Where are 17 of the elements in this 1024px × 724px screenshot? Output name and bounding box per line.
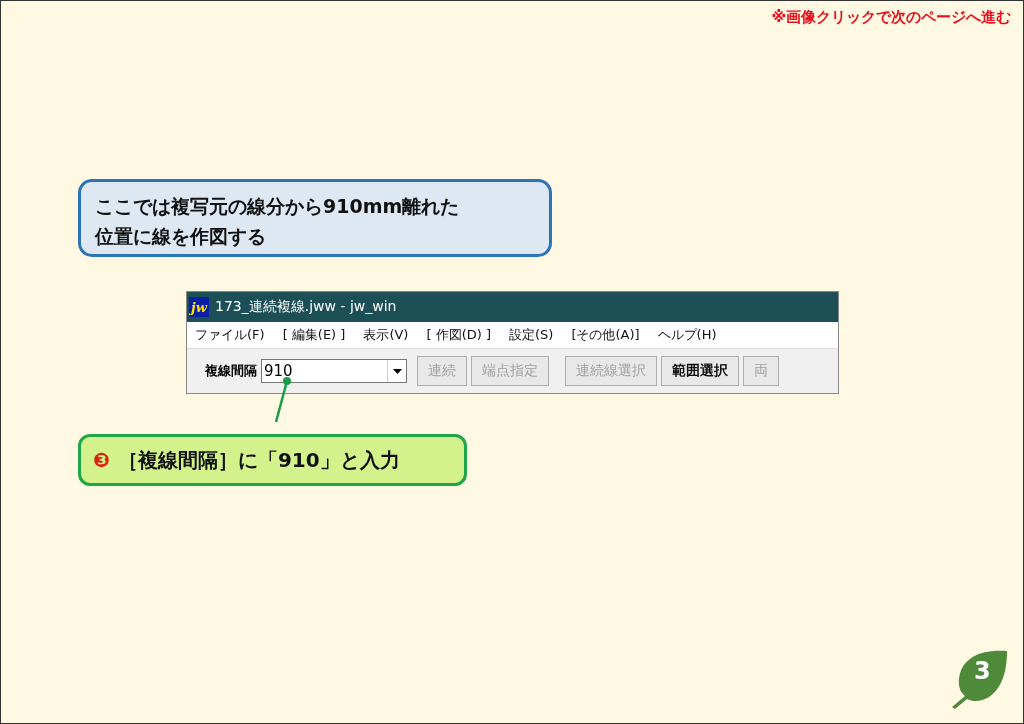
interval-combo-box[interactable]: 910	[261, 359, 407, 383]
menu-item[interactable]: 表示(V)	[363, 326, 409, 344]
step-instruction: ［複線間隔］に「910」と入力	[117, 446, 400, 474]
menu-item[interactable]: 設定(S)	[509, 326, 554, 344]
step-number: ❸	[93, 448, 110, 472]
menu-item[interactable]: [ 作図(D) ]	[426, 326, 491, 344]
app-logo: jw	[189, 297, 209, 317]
navigation-hint: ※画像クリックで次のページへ進む	[771, 8, 1011, 27]
field-label: 複線間隔	[205, 362, 257, 380]
window-title: 173_連続複線.jww - jw_win	[215, 298, 397, 316]
page-number: 3	[974, 657, 991, 685]
menu-item[interactable]: ヘルプ(H)	[657, 326, 717, 344]
menu-item[interactable]: [ 編集(E) ]	[282, 326, 346, 344]
menu-item[interactable]: ファイル(F)	[195, 326, 265, 344]
explanation-callout: ここでは複写元の線分から910mm離れた位置に線を作図する	[78, 179, 552, 257]
toolbar-button[interactable]: 範囲選択	[661, 356, 739, 386]
menu-item[interactable]: [その他(A)]	[571, 326, 640, 344]
